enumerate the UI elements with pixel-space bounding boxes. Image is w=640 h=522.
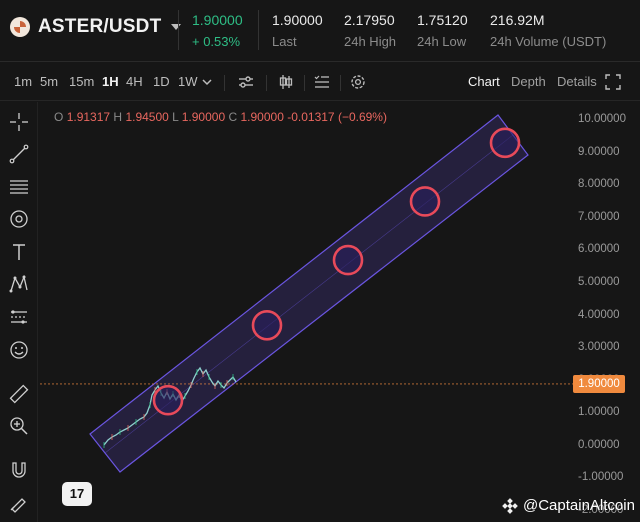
chevron-down-icon[interactable] bbox=[200, 73, 214, 91]
last-price: 1.90000 bbox=[192, 12, 243, 28]
tab-chart[interactable]: Chart bbox=[468, 74, 500, 89]
chart-toolbar: 1m 5m 15m 1H 4H 1D 1W Chart Depth Detail… bbox=[0, 63, 640, 101]
magnet-icon[interactable] bbox=[7, 458, 31, 482]
parallel-channel bbox=[89, 114, 529, 473]
y-tick-label: 9.00000 bbox=[578, 145, 620, 158]
price-block: 1.90000 + 0.53% bbox=[192, 12, 243, 49]
chart-canvas bbox=[40, 114, 573, 473]
zoom-in-icon[interactable] bbox=[7, 414, 31, 438]
tab-depth[interactable]: Depth bbox=[511, 74, 546, 89]
gear-icon[interactable] bbox=[348, 72, 368, 92]
indicators-list-icon[interactable] bbox=[312, 72, 332, 92]
y-tick-label: 5.00000 bbox=[578, 275, 620, 288]
pair-selector[interactable]: ASTER/USDT bbox=[10, 16, 182, 38]
stat-24h-volume: 216.92M 24h Volume (USDT) bbox=[490, 12, 606, 49]
target-circle bbox=[409, 186, 441, 217]
pair-name: ASTER/USDT bbox=[38, 16, 162, 37]
tab-details[interactable]: Details bbox=[557, 74, 597, 89]
stat-value: 1.90000 bbox=[272, 12, 323, 28]
candlestick-icon[interactable] bbox=[276, 72, 296, 92]
y-tick-label: -1.00000 bbox=[578, 471, 624, 484]
stat-value: 1.75120 bbox=[417, 12, 468, 28]
lock-drawing-icon[interactable] bbox=[7, 490, 31, 514]
text-tool-icon[interactable] bbox=[7, 240, 31, 264]
tab-1d[interactable]: 1D bbox=[153, 74, 170, 89]
y-tick-label: 6.00000 bbox=[578, 243, 620, 256]
chevron-down-icon[interactable] bbox=[171, 24, 182, 30]
price-chart[interactable]: O 1.91317 H 1.94500 L 1.90000 C 1.90000 … bbox=[40, 102, 640, 522]
y-tick-label: 7.00000 bbox=[578, 210, 620, 223]
target-circle bbox=[332, 244, 364, 276]
stat-last: 1.90000 Last bbox=[272, 12, 323, 49]
tab-4h[interactable]: 4H bbox=[126, 74, 143, 89]
tab-1m[interactable]: 1m bbox=[14, 74, 32, 89]
indicator-settings-icon[interactable] bbox=[236, 72, 256, 92]
target-circle bbox=[251, 309, 283, 341]
divider bbox=[304, 75, 305, 91]
stat-label: 24h Low bbox=[417, 34, 467, 49]
fullscreen-icon[interactable] bbox=[604, 73, 622, 91]
y-tick-label: 4.00000 bbox=[578, 308, 620, 321]
tradingview-logo: 17 bbox=[62, 482, 92, 506]
ticker-header: ASTER/USDT 1.90000 + 0.53% 1.90000 Last … bbox=[0, 0, 640, 62]
stat-value: 216.92M bbox=[490, 12, 545, 28]
ruler-icon[interactable] bbox=[7, 382, 31, 406]
y-tick-label: 8.00000 bbox=[578, 178, 620, 191]
crosshair-icon[interactable] bbox=[7, 110, 31, 134]
watermark: @CaptainAltcoin bbox=[502, 497, 635, 514]
target-icon[interactable] bbox=[7, 207, 31, 231]
divider bbox=[266, 75, 267, 91]
y-tick-label: 0.00000 bbox=[578, 438, 620, 451]
change-percent: + 0.53% bbox=[192, 34, 241, 49]
binance-logo-icon bbox=[502, 497, 518, 514]
horizontal-lines-icon[interactable] bbox=[7, 175, 31, 199]
trend-line-icon[interactable] bbox=[7, 142, 31, 166]
tab-5m[interactable]: 5m bbox=[40, 74, 58, 89]
tab-1h[interactable]: 1H bbox=[102, 74, 119, 89]
target-circle bbox=[152, 384, 184, 416]
watermark-text: @CaptainAltcoin bbox=[523, 497, 635, 514]
stat-label: Last bbox=[272, 34, 297, 49]
pattern-tool-icon[interactable] bbox=[7, 272, 31, 296]
aster-coin-icon bbox=[10, 17, 30, 37]
stat-24h-high: 2.17950 24h High bbox=[344, 12, 396, 49]
target-circle bbox=[489, 127, 521, 159]
stat-label: 24h High bbox=[344, 34, 397, 49]
divider bbox=[224, 75, 225, 91]
stat-label: 24h Volume (USDT) bbox=[490, 34, 607, 49]
divider bbox=[340, 75, 341, 91]
tab-1w[interactable]: 1W bbox=[178, 74, 198, 89]
measure-icon[interactable] bbox=[7, 305, 31, 329]
stat-24h-low: 1.75120 24h Low bbox=[417, 12, 468, 49]
y-tick-label: 3.00000 bbox=[578, 341, 620, 354]
drawing-toolbar bbox=[0, 102, 38, 522]
divider bbox=[258, 10, 259, 50]
emoji-icon[interactable] bbox=[7, 338, 31, 362]
tab-15m[interactable]: 15m bbox=[69, 74, 94, 89]
y-tick-label: 1.00000 bbox=[578, 406, 620, 419]
divider bbox=[178, 10, 179, 50]
stat-value: 2.17950 bbox=[344, 12, 395, 28]
y-tick-label: 10.00000 bbox=[578, 113, 626, 125]
current-price-tag: 1.90000 bbox=[573, 375, 625, 393]
